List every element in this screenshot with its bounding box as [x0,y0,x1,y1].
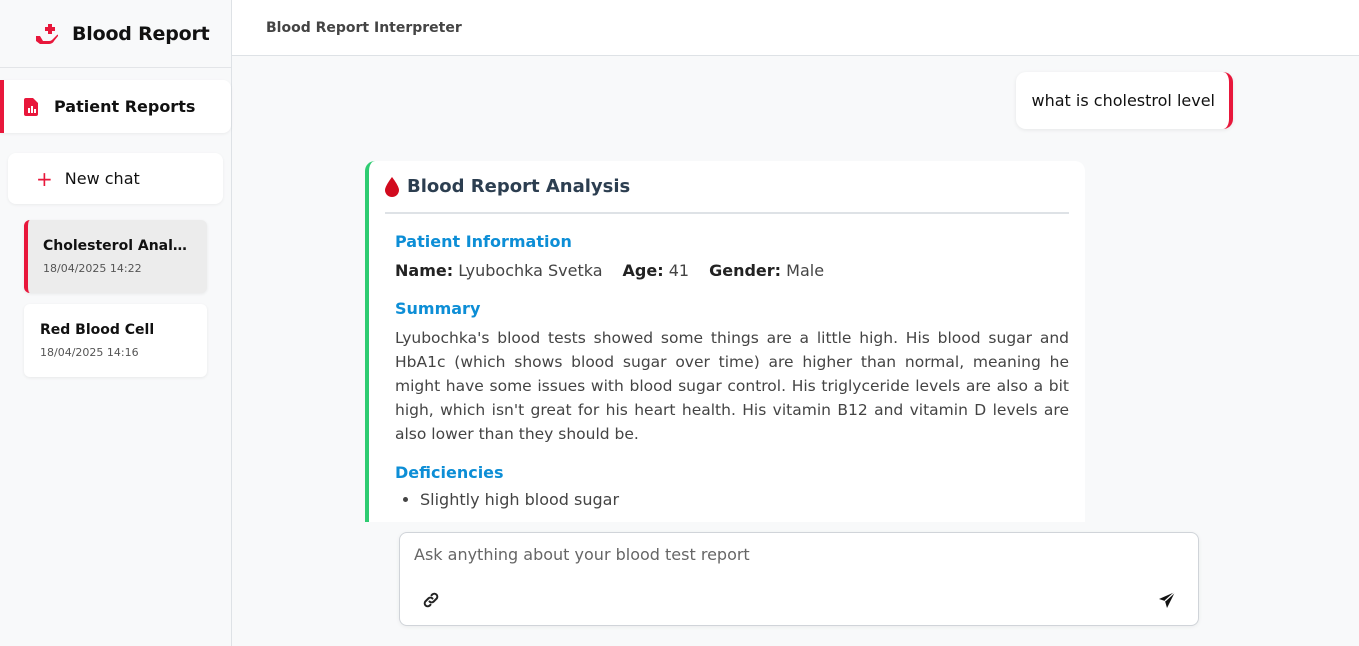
chat-history-title: Cholesterol Analysis [43,238,191,254]
patient-info-heading: Patient Information [395,232,572,251]
chat-history-item[interactable]: Red Blood Cell 18/04/2025 14:16 [24,304,207,377]
chat-history-title: Red Blood Cell [40,322,155,338]
patient-age: 41 [668,261,690,280]
sidebar: Blood Report Patient Reports + New chat … [0,0,232,646]
list-item: Slightly high blood sugar [420,490,1069,509]
summary-heading: Summary [395,299,481,318]
analysis-card: Blood Report Analysis Patient Informatio… [365,161,1085,522]
patient-name-label: Name: [395,261,454,280]
top-bar: Blood Report Interpreter [232,0,1359,56]
analysis-card-header: Blood Report Analysis [385,161,1069,214]
hand-holding-medical-icon [36,23,58,45]
chat-input-box [399,532,1199,626]
new-chat-button[interactable]: + New chat [8,153,223,204]
deficiencies-heading: Deficiencies [395,463,504,482]
send-icon[interactable] [1156,589,1178,611]
nav-patient-reports[interactable]: Patient Reports [0,80,231,133]
patient-info: Name: Lyubochka Svetka Age: 41 Gender: M… [395,261,1069,280]
brand-title: Blood Report [72,22,210,45]
deficiencies-list: Slightly high blood sugar [420,490,1069,509]
patient-gender-label: Gender: [709,261,782,280]
blood-drop-icon [385,176,399,197]
chat-history-item[interactable]: Cholesterol Analysis 18/04/2025 14:22 [24,220,207,293]
analysis-title: Blood Report Analysis [407,176,631,197]
patient-name: Lyubochka Svetka [458,261,603,280]
file-medical-icon [24,97,40,116]
summary-text: Lyubochka's blood tests showed some thin… [395,329,1069,443]
page-title: Blood Report Interpreter [266,19,462,36]
brand[interactable]: Blood Report [0,0,231,68]
plus-icon: + [36,166,53,191]
chat-history-date: 18/04/2025 14:22 [43,262,142,275]
user-message-bubble: what is cholestrol level [1015,72,1233,129]
patient-gender: Male [786,261,825,280]
chat-input[interactable] [414,541,1174,567]
nav-patient-reports-label: Patient Reports [54,97,196,116]
chat-history-date: 18/04/2025 14:16 [40,346,139,359]
new-chat-label: New chat [64,169,140,188]
patient-age-label: Age: [622,261,664,280]
link-icon[interactable] [420,589,442,611]
